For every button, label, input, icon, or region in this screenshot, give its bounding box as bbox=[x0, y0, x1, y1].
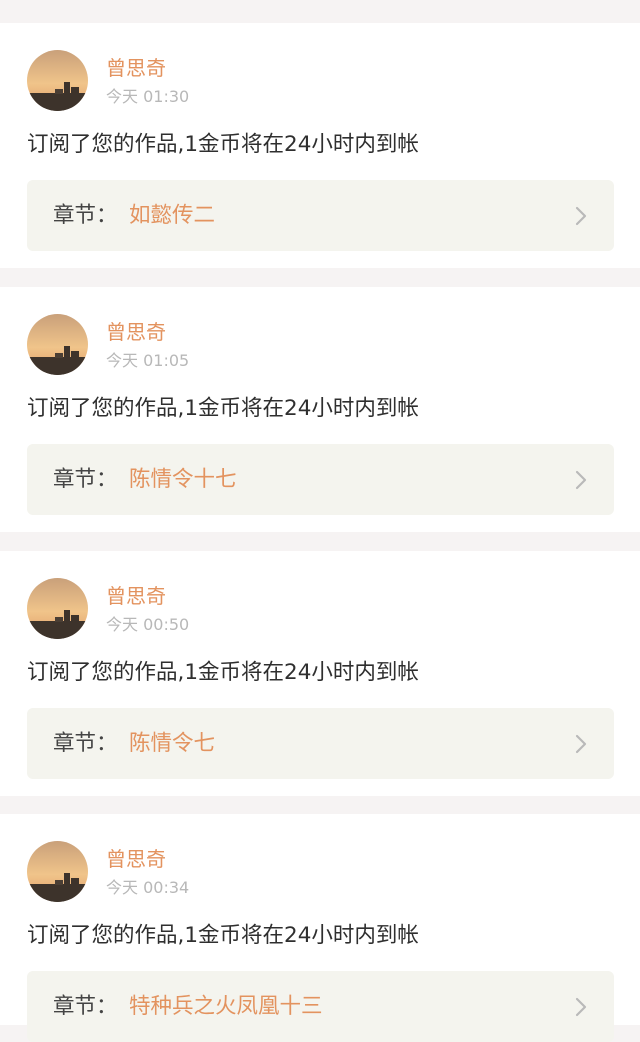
user-name[interactable]: 曾思奇 bbox=[106, 56, 166, 80]
chapter-title: 陈情令七 bbox=[129, 731, 216, 756]
chevron-right-icon bbox=[575, 997, 587, 1017]
timestamp: 今天 00:34 bbox=[106, 878, 190, 897]
notification-message: 订阅了您的作品,1金币将在24小时内到帐 bbox=[27, 923, 419, 948]
user-avatar[interactable] bbox=[27, 50, 88, 111]
user-avatar[interactable] bbox=[27, 578, 88, 639]
chevron-right-icon bbox=[575, 206, 587, 226]
user-name[interactable]: 曾思奇 bbox=[106, 584, 166, 608]
user-avatar[interactable] bbox=[27, 841, 88, 902]
timestamp: 今天 00:50 bbox=[106, 615, 190, 634]
sunset-avatar-image bbox=[27, 578, 88, 639]
chapter-link[interactable]: 章节： 陈情令七 bbox=[27, 708, 614, 779]
sunset-avatar-image bbox=[27, 841, 88, 902]
chapter-title: 如懿传二 bbox=[129, 203, 216, 228]
sunset-avatar-image bbox=[27, 50, 88, 111]
notification-card: 曾思奇 今天 01:30 订阅了您的作品,1金币将在24小时内到帐 章节： 如懿… bbox=[0, 23, 640, 268]
notification-card: 曾思奇 今天 01:05 订阅了您的作品,1金币将在24小时内到帐 章节： 陈情… bbox=[0, 287, 640, 532]
chapter-title: 陈情令十七 bbox=[129, 467, 237, 492]
chapter-label: 章节： bbox=[53, 203, 118, 228]
notification-message: 订阅了您的作品,1金币将在24小时内到帐 bbox=[27, 396, 419, 421]
user-name[interactable]: 曾思奇 bbox=[106, 847, 166, 871]
chapter-label: 章节： bbox=[53, 731, 118, 756]
notification-message: 订阅了您的作品,1金币将在24小时内到帐 bbox=[27, 660, 419, 685]
chevron-right-icon bbox=[575, 470, 587, 490]
user-avatar[interactable] bbox=[27, 314, 88, 375]
chapter-link[interactable]: 章节： 陈情令十七 bbox=[27, 444, 614, 515]
notification-card: 曾思奇 今天 00:50 订阅了您的作品,1金币将在24小时内到帐 章节： 陈情… bbox=[0, 551, 640, 796]
user-name[interactable]: 曾思奇 bbox=[106, 320, 166, 344]
chapter-label: 章节： bbox=[53, 994, 118, 1019]
timestamp: 今天 01:30 bbox=[106, 87, 190, 106]
notification-card: 曾思奇 今天 00:34 订阅了您的作品,1金币将在24小时内到帐 章节： 特种… bbox=[0, 814, 640, 1042]
chapter-title: 特种兵之火凤凰十三 bbox=[129, 994, 323, 1019]
chapter-label: 章节： bbox=[53, 467, 118, 492]
chapter-link[interactable]: 章节： 如懿传二 bbox=[27, 180, 614, 251]
notification-message: 订阅了您的作品,1金币将在24小时内到帐 bbox=[27, 132, 419, 157]
chapter-link[interactable]: 章节： 特种兵之火凤凰十三 bbox=[27, 971, 614, 1042]
sunset-avatar-image bbox=[27, 314, 88, 375]
timestamp: 今天 01:05 bbox=[106, 351, 190, 370]
chevron-right-icon bbox=[575, 734, 587, 754]
notification-feed: 曾思奇 今天 01:30 订阅了您的作品,1金币将在24小时内到帐 章节： 如懿… bbox=[0, 0, 640, 1042]
